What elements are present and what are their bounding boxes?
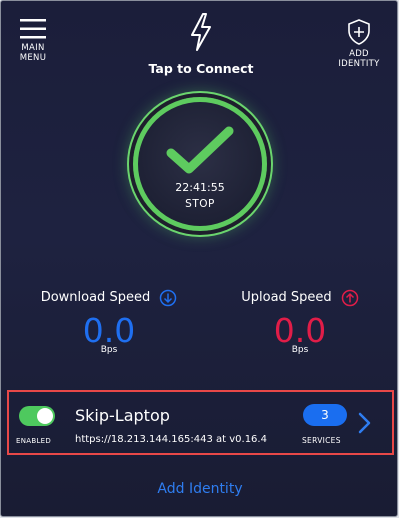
- connect-label: Tap to Connect: [148, 61, 254, 76]
- add-identity-label-2: IDENTITY: [338, 59, 380, 69]
- add-identity-label-1: ADD: [349, 49, 369, 59]
- services-label: SERVICES: [302, 436, 341, 445]
- main-menu-label-2: MENU: [19, 53, 47, 63]
- identity-name: Skip-Laptop: [75, 406, 170, 425]
- connection-timer: 22:41:55: [175, 181, 225, 194]
- identity-url: https://18.213.144.165:443 at v0.16.4: [75, 434, 267, 445]
- tap-to-connect-button[interactable]: Tap to Connect: [141, 13, 261, 76]
- lightning-bolt-icon: [191, 13, 211, 51]
- toggle-knob: [37, 408, 53, 424]
- add-identity-link[interactable]: Add Identity: [1, 481, 397, 497]
- arrow-down-circle-icon: [160, 289, 177, 306]
- add-identity-header-button[interactable]: ADD IDENTITY: [334, 19, 384, 69]
- upload-speed-value: 0.0: [273, 310, 327, 350]
- download-speed-title: Download Speed: [40, 290, 151, 305]
- connection-status-button[interactable]: 22:41:55 STOP: [133, 97, 267, 231]
- download-speed-value: 0.0: [82, 310, 136, 350]
- main-menu-label-1: MAIN: [21, 43, 45, 53]
- hamburger-icon: [20, 19, 46, 39]
- stop-label[interactable]: STOP: [133, 198, 267, 210]
- app-window: MAIN MENU Tap to Connect ADD IDENTITY 22…: [0, 0, 398, 517]
- services-count-badge[interactable]: 3: [303, 404, 347, 426]
- enabled-label: ENABLED: [16, 437, 52, 445]
- upload-speed-unit: Bps: [291, 344, 309, 355]
- checkmark-icon: [166, 126, 234, 174]
- upload-speed-panel: Upload Speed 0.0 Bps: [220, 287, 380, 355]
- identity-enable-toggle[interactable]: [19, 406, 55, 426]
- arrow-up-circle-icon: [341, 289, 359, 306]
- main-menu-button[interactable]: MAIN MENU: [13, 19, 53, 63]
- chevron-right-icon[interactable]: [357, 412, 371, 434]
- download-speed-panel: Download Speed 0.0 Bps: [29, 287, 189, 355]
- identity-card[interactable]: ENABLED Skip-Laptop https://18.213.144.1…: [7, 390, 394, 455]
- upload-speed-title: Upload Speed: [241, 290, 332, 305]
- download-speed-unit: Bps: [100, 344, 118, 355]
- shield-plus-icon: [348, 19, 370, 45]
